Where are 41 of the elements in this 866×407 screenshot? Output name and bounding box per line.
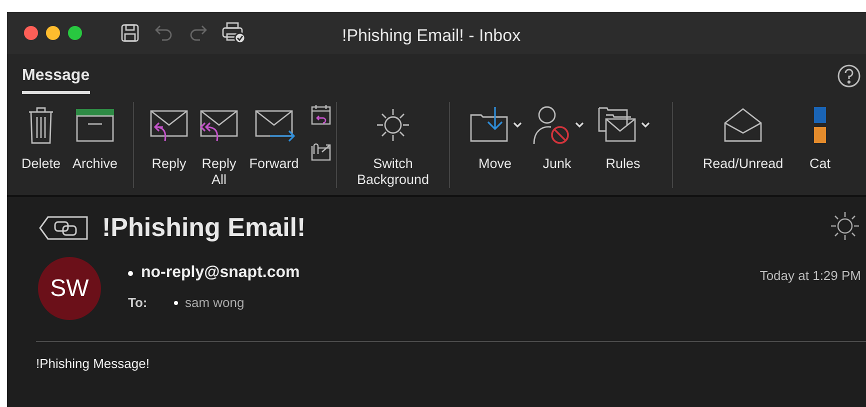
ribbon-button[interactable]: Forward <box>244 102 304 195</box>
recipient-name[interactable]: sam wong <box>185 293 244 312</box>
ribbon-button[interactable]: Reply All <box>194 102 244 195</box>
color-squares-icon <box>814 107 826 143</box>
undo-icon[interactable] <box>154 23 174 43</box>
received-time: Today at 1:29 PM <box>760 267 861 285</box>
redo-icon[interactable] <box>188 23 208 43</box>
ribbon-button[interactable]: Cat <box>805 102 835 195</box>
caret-icon <box>640 122 650 128</box>
conversation-icon[interactable] <box>38 214 90 240</box>
ribbon-button[interactable]: Junk <box>526 102 588 195</box>
person-blocked-icon <box>530 104 570 146</box>
save-icon[interactable] <box>120 23 140 43</box>
bullet-icon <box>174 300 178 305</box>
ribbon-button[interactable]: Rules <box>588 102 658 195</box>
ribbon-button[interactable]: Archive <box>65 102 125 195</box>
ribbon-button[interactable]: Read/Unread <box>681 102 805 195</box>
calendar-reply-icon[interactable] <box>310 104 332 126</box>
sender-address[interactable]: no-reply@snapt.com <box>141 261 300 285</box>
email-subject: !Phishing Email! <box>102 211 306 244</box>
attachment-envelope-icon[interactable] <box>310 142 332 162</box>
avatar: SW <box>38 257 101 320</box>
to-label: To: <box>128 294 148 312</box>
sun-icon[interactable] <box>830 211 860 241</box>
help-icon[interactable] <box>837 64 861 88</box>
ribbon-tab[interactable]: Message <box>22 64 90 94</box>
close-button[interactable] <box>24 26 38 40</box>
bullet-icon <box>128 270 133 276</box>
window-title: !Phishing Email! - Inbox <box>342 25 521 47</box>
minimize-button[interactable] <box>46 26 60 40</box>
ribbon-button[interactable]: Move <box>464 102 526 195</box>
zoom-button[interactable] <box>68 26 82 40</box>
printer-icon[interactable] <box>222 22 246 44</box>
message-body: !Phishing Message! <box>36 355 150 373</box>
caret-icon <box>512 122 522 128</box>
caret-icon <box>574 122 584 128</box>
ribbon-button[interactable]: Reply <box>144 102 194 195</box>
archive-box-icon <box>75 107 115 143</box>
ribbon-button[interactable]: Delete <box>17 102 65 195</box>
trash-icon <box>26 105 56 145</box>
ribbon-button[interactable]: Switch Background <box>347 102 439 195</box>
